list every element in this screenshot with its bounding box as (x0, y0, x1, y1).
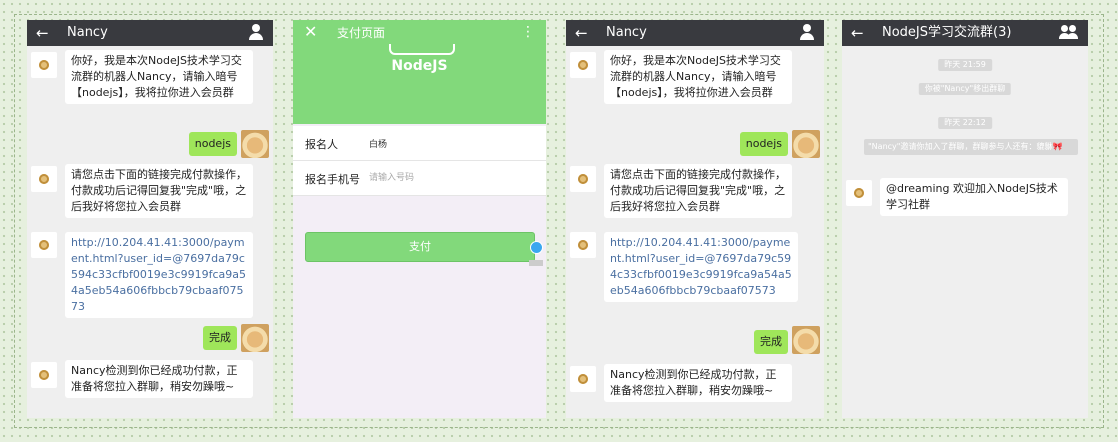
back-arrow-icon[interactable]: ← (575, 24, 588, 42)
chat-title: Nancy (67, 25, 108, 40)
name-row: 报名人 白杨 (293, 126, 546, 161)
message-bubble-self: 完成 (203, 326, 237, 350)
phone-input[interactable] (369, 169, 529, 187)
message-bubble-self: nodejs (739, 132, 788, 156)
contact-profile-icon[interactable] (248, 24, 264, 40)
page-title: 支付页面 (337, 26, 386, 40)
chat-screen-nancy-2: ← Nancy 你好，我是本次NodeJS技术学习交流群的机器人Nancy，请输… (566, 20, 824, 418)
bot-avatar[interactable] (570, 232, 596, 258)
pay-button[interactable]: 支付 (305, 232, 535, 262)
payment-link[interactable]: http://10.204.41.41:3000/payment.html?us… (604, 232, 798, 302)
invite-notice-text: "Nancy"邀请你加入了群聊，群聊参与人还有：貔貅 (868, 142, 1053, 151)
name-label: 报名人 (305, 138, 338, 151)
more-options-icon[interactable]: ⋮ (521, 24, 535, 40)
bow-emoji-icon: 🎀 (1052, 142, 1063, 151)
bot-avatar[interactable] (31, 52, 57, 78)
bot-avatar[interactable] (846, 180, 872, 206)
contact-profile-icon[interactable] (799, 24, 815, 40)
user-avatar[interactable] (241, 130, 269, 158)
back-arrow-icon[interactable]: ← (36, 24, 49, 42)
message-bubble: @dreaming 欢迎加入NodeJS技术学习社群 (880, 178, 1068, 216)
group-chat-screen: ← NodeJS学习交流群(3) 昨天 21:59 你被"Nancy"移出群聊 … (842, 20, 1088, 418)
user-avatar[interactable] (792, 130, 820, 158)
message-bubble: Nancy检测到你已经成功付款，正准备将您拉入群聊，稍安勿躁哦~ (604, 364, 792, 402)
phone-row: 报名手机号 (293, 161, 546, 196)
message-bubble: 请您点击下面的链接完成付款操作，付款成功后记得回复我"完成"哦，之后我好将您拉入… (65, 164, 253, 218)
message-bubble: Nancy检测到你已经成功付款，正准备将您拉入群聊，稍安勿躁哦~ (65, 360, 253, 398)
payment-link[interactable]: http://10.204.41.41:3000/payment.html?us… (65, 232, 253, 318)
bot-avatar[interactable] (570, 52, 596, 78)
message-bubble-self: 完成 (754, 330, 788, 354)
user-avatar[interactable] (792, 326, 820, 354)
logo-frame (389, 44, 455, 55)
chat-header: ← NodeJS学习交流群(3) (842, 20, 1088, 46)
chat-screen-nancy-1: ← Nancy 你好，我是本次NodeJS技术学习交流群的机器人Nancy，请输… (27, 20, 273, 418)
payment-screen: ✕ 支付页面 ⋮ NodeJS 报名人 白杨 报名手机号 支付 (293, 20, 546, 418)
group-members-icon[interactable] (1059, 24, 1079, 40)
bot-avatar[interactable] (570, 366, 596, 392)
message-bubble: 请您点击下面的链接完成付款操作，付款成功后记得回复我"完成"哦，之后我好将您拉入… (604, 164, 792, 218)
bot-avatar[interactable] (31, 232, 57, 258)
bot-avatar[interactable] (570, 166, 596, 192)
bot-avatar[interactable] (31, 362, 57, 388)
chat-header: ← Nancy (27, 20, 273, 46)
system-notice: 你被"Nancy"移出群聊 (918, 83, 1012, 95)
timestamp: 昨天 21:59 (938, 59, 992, 71)
user-avatar[interactable] (241, 324, 269, 352)
phone-label: 报名手机号 (305, 173, 360, 186)
system-notice: "Nancy"邀请你加入了群聊，群聊参与人还有：貔貅🎀 (864, 139, 1078, 155)
name-value[interactable]: 白杨 (369, 137, 387, 150)
close-icon[interactable]: ✕ (304, 23, 317, 41)
timestamp: 昨天 22:12 (938, 117, 992, 129)
handle-tab (529, 260, 543, 266)
chat-title: NodeJS学习交流群(3) (882, 25, 1012, 40)
message-bubble: 你好，我是本次NodeJS技术学习交流群的机器人Nancy，请输入暗号【node… (604, 50, 792, 104)
nodejs-logo: NodeJS (391, 58, 448, 74)
payment-header: ✕ 支付页面 ⋮ NodeJS (293, 20, 546, 124)
chat-header: ← Nancy (566, 20, 824, 46)
bot-avatar[interactable] (31, 166, 57, 192)
back-arrow-icon[interactable]: ← (851, 24, 864, 42)
message-bubble: 你好，我是本次NodeJS技术学习交流群的机器人Nancy，请输入暗号【node… (65, 50, 253, 104)
message-bubble-self: nodejs (188, 132, 237, 156)
floating-handle-icon[interactable] (530, 241, 543, 254)
chat-title: Nancy (606, 25, 647, 40)
